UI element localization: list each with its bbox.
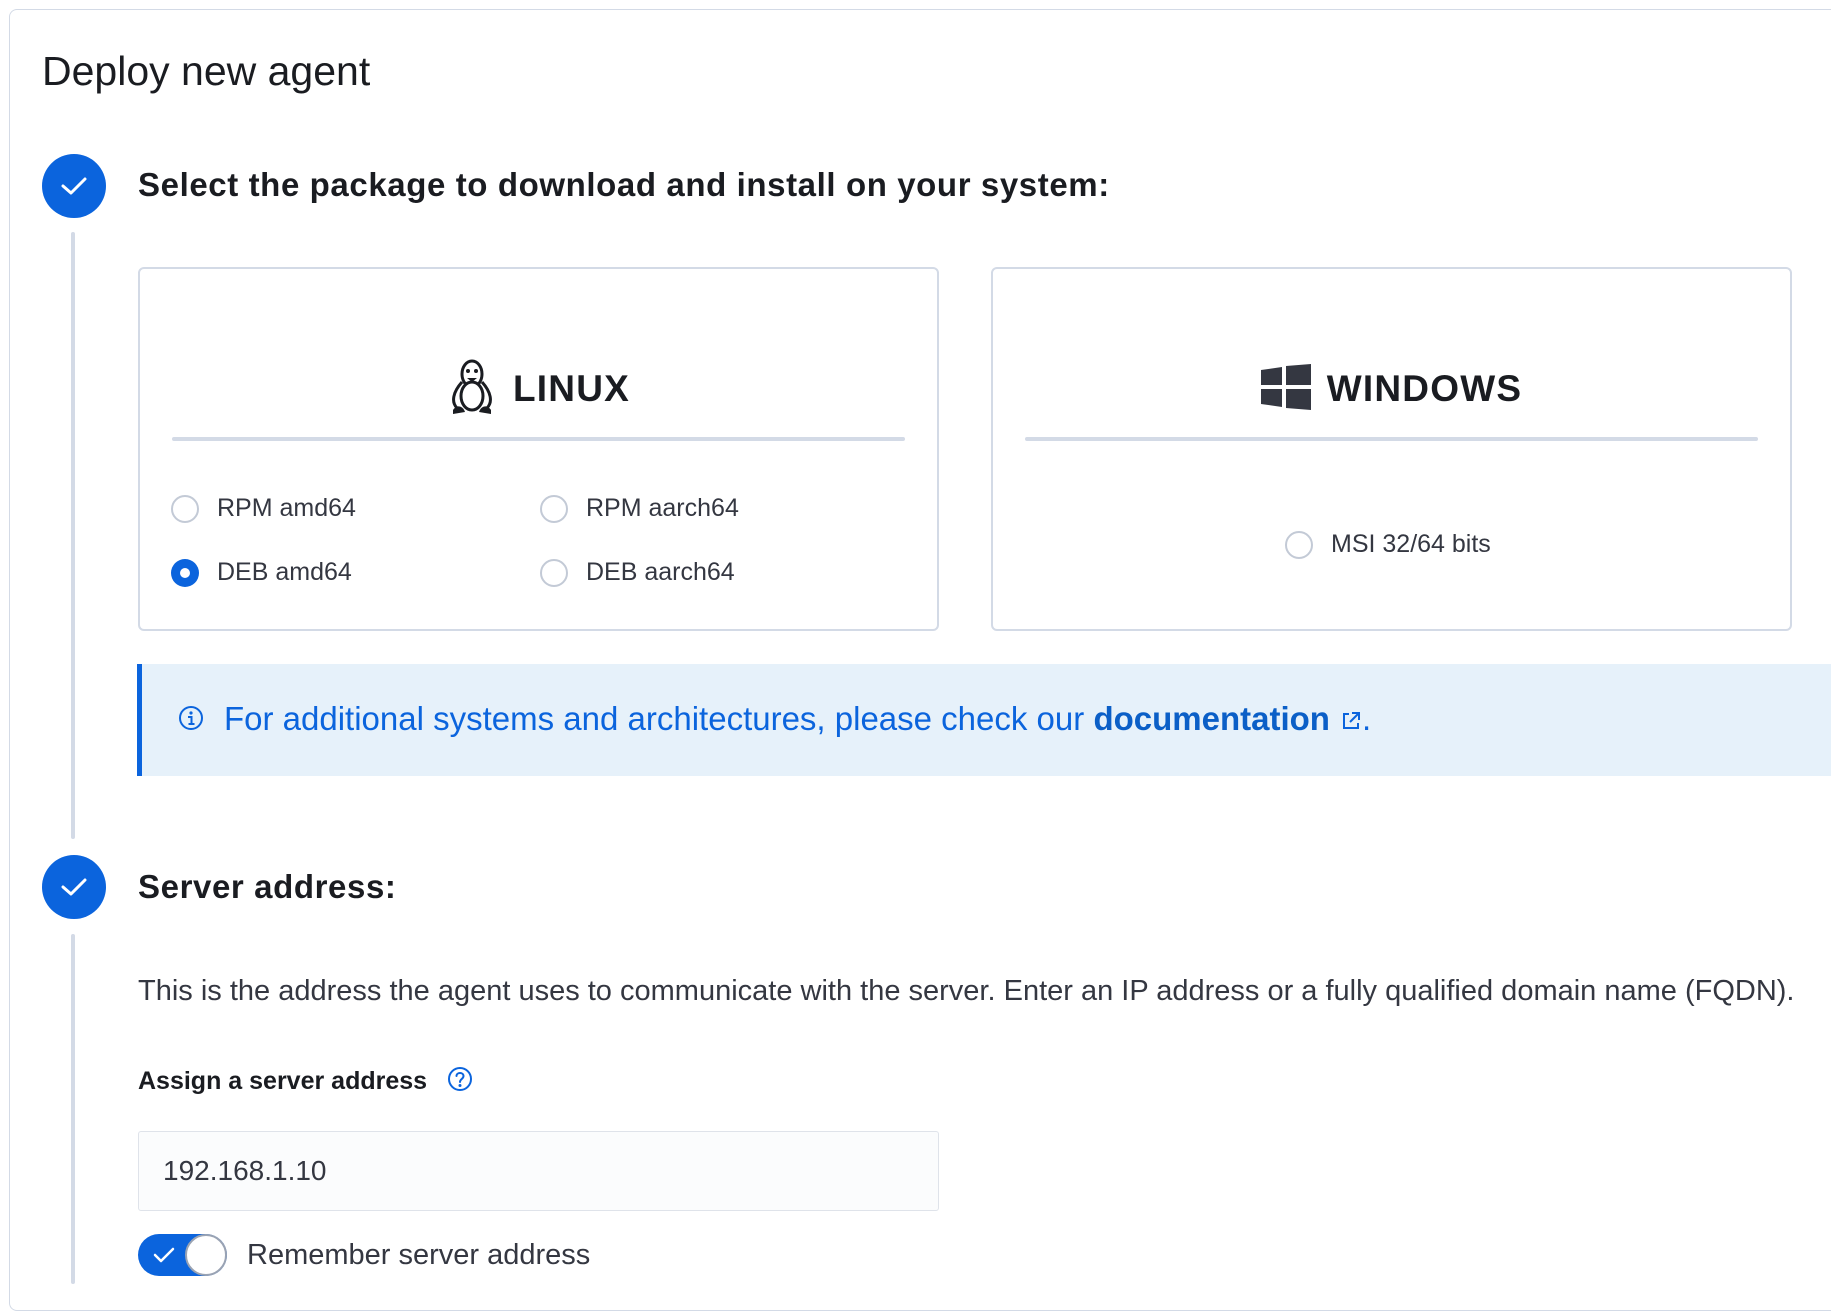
linux-card-title: LINUX bbox=[513, 368, 630, 409]
server-address-description: This is the address the agent uses to co… bbox=[138, 975, 1795, 1007]
deploy-agent-panel bbox=[9, 9, 1831, 1311]
linux-card: LINUX RPM amd64 RPM aarch64 DEB amd64 DE… bbox=[138, 267, 939, 631]
field-label-text: Assign a server address bbox=[138, 1067, 428, 1095]
external-link-icon[interactable] bbox=[1340, 702, 1362, 740]
help-icon[interactable] bbox=[447, 1066, 473, 1097]
server-address-input[interactable] bbox=[138, 1131, 939, 1211]
windows-card: WINDOWS MSI 32/64 bits bbox=[991, 267, 1792, 631]
info-callout: For additional systems and architectures… bbox=[137, 664, 1831, 776]
linux-penguin-icon bbox=[447, 358, 497, 421]
radio-circle[interactable] bbox=[540, 494, 568, 523]
radio-label: DEB aarch64 bbox=[586, 558, 735, 586]
radio-rpm-amd64[interactable]: RPM amd64 bbox=[171, 494, 356, 523]
radio-circle[interactable] bbox=[540, 558, 568, 587]
radio-label: RPM amd64 bbox=[217, 494, 356, 522]
page-title: Deploy new agent bbox=[42, 48, 371, 94]
radio-msi-32-64[interactable]: MSI 32/64 bits bbox=[1285, 530, 1491, 559]
radio-label: RPM aarch64 bbox=[586, 494, 739, 522]
remember-address-toggle[interactable] bbox=[138, 1234, 227, 1276]
documentation-link[interactable]: documentation bbox=[1093, 700, 1330, 737]
server-address-field-label: Assign a server address bbox=[138, 1066, 473, 1097]
windows-logo-icon bbox=[1260, 363, 1311, 415]
radio-label: DEB amd64 bbox=[217, 558, 352, 586]
step-2-title: Server address: bbox=[138, 868, 397, 905]
radio-label: MSI 32/64 bits bbox=[1331, 530, 1491, 558]
callout-text-before: For additional systems and architectures… bbox=[224, 699, 1094, 737]
remember-address-label: Remember server address bbox=[247, 1238, 591, 1271]
info-icon bbox=[178, 701, 204, 739]
callout-text: For additional systems and architectures… bbox=[224, 700, 1371, 740]
remember-address-row: Remember server address bbox=[138, 1234, 590, 1276]
radio-circle[interactable] bbox=[1285, 530, 1313, 559]
step-2-complete-icon bbox=[42, 855, 106, 919]
step-rail-2 bbox=[71, 934, 75, 1284]
radio-circle-selected[interactable] bbox=[171, 558, 199, 587]
step-1-title: Select the package to download and insta… bbox=[138, 166, 1110, 203]
radio-circle[interactable] bbox=[171, 494, 199, 523]
step-rail-1 bbox=[71, 232, 75, 839]
radio-deb-aarch64[interactable]: DEB aarch64 bbox=[540, 558, 735, 587]
radio-rpm-aarch64[interactable]: RPM aarch64 bbox=[540, 494, 739, 523]
linux-card-divider bbox=[172, 437, 905, 441]
step-1-complete-icon bbox=[42, 154, 106, 218]
windows-card-header: WINDOWS bbox=[993, 359, 1790, 419]
windows-card-title: WINDOWS bbox=[1326, 368, 1523, 409]
windows-card-divider bbox=[1025, 437, 1758, 441]
callout-text-after: . bbox=[1361, 699, 1372, 737]
toggle-thumb bbox=[185, 1234, 227, 1276]
linux-card-header: LINUX bbox=[140, 359, 937, 419]
radio-deb-amd64[interactable]: DEB amd64 bbox=[171, 558, 352, 587]
toggle-check-icon bbox=[152, 1245, 176, 1270]
